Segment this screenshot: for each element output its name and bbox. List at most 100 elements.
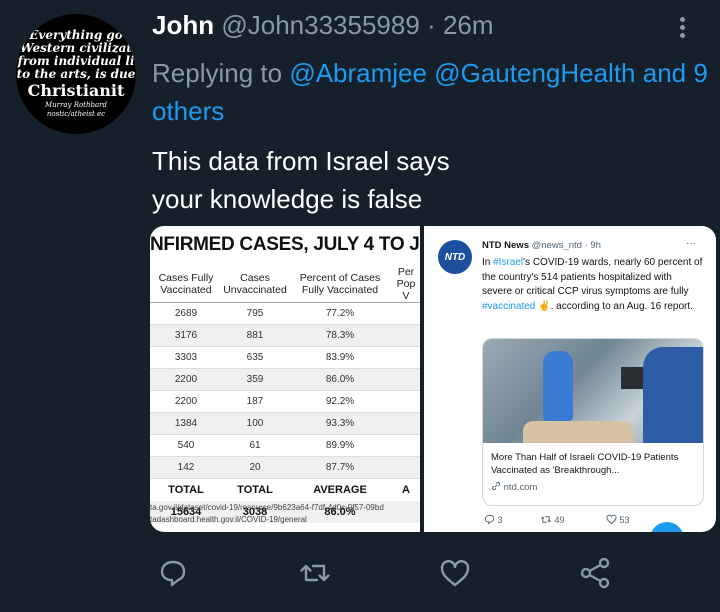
table-cell <box>392 346 420 369</box>
share-button[interactable] <box>578 556 612 590</box>
table-cell: 635 <box>222 346 288 369</box>
more-icon[interactable] <box>672 14 692 44</box>
timestamp[interactable]: 26m <box>443 10 494 40</box>
more-icon: ··· <box>686 238 696 249</box>
heart-icon <box>606 514 617 525</box>
table-row: 142 20 87.7% <box>150 456 420 479</box>
table-cell: A <box>402 483 410 496</box>
table-cell: 881 <box>222 324 288 347</box>
table-title: NFIRMED CASES, JULY 4 TO JULY 31 <box>150 234 420 255</box>
reply-count: 3 <box>497 515 503 525</box>
table-cell: 86.0% <box>288 368 392 391</box>
reply-icon <box>160 560 186 587</box>
author-handle[interactable]: @John33355989 <box>221 10 419 40</box>
table-cell: 100 <box>222 412 288 435</box>
table-cell <box>392 390 420 413</box>
share-icon <box>580 557 610 589</box>
column-header: Cases Unvaccinated <box>222 266 288 303</box>
source-line: tadashboard.health.gov.il/COVID-19/gener… <box>150 515 307 524</box>
card-title: More Than Half of Israeli COVID-19 Patie… <box>491 452 679 476</box>
retweet-icon <box>300 564 330 582</box>
compose-button <box>650 522 684 532</box>
table-cell: 93.3% <box>288 412 392 435</box>
mention-link[interactable]: @GautengHealth <box>434 58 635 88</box>
tweet-text: This data from Israel says your knowledg… <box>152 146 450 214</box>
avatar-text: to the arts, is due <box>16 67 136 81</box>
table-cell <box>392 412 420 435</box>
table-cell: 2200 <box>150 390 222 413</box>
table-cell: 83.9% <box>288 346 392 369</box>
source-line: ta.gov.il/dataset/covid-19/resource/9b62… <box>150 503 384 512</box>
table-cell: 540 <box>150 434 222 457</box>
cases-table: Cases Fully Vaccinated Cases Unvaccinate… <box>150 266 420 523</box>
table-total-label-row: TOTAL TOTAL AVERAGE A <box>150 479 420 501</box>
avatar[interactable]: Everything go Western civilizat from ind… <box>16 14 136 134</box>
table-cell: 142 <box>150 456 222 479</box>
table-cell <box>392 302 420 325</box>
table-cell: 61 <box>222 434 288 457</box>
table-cell: TOTAL <box>237 483 273 496</box>
embedded-account-name: NTD News <box>482 240 529 251</box>
author-name[interactable]: John <box>152 10 214 40</box>
card-domain-text: ntd.com <box>503 482 538 493</box>
table-cell: 78.3% <box>288 324 392 347</box>
hospital-photo <box>483 339 703 443</box>
retweet-count: 49 <box>554 515 565 525</box>
reply-icon <box>484 514 495 525</box>
table-cell <box>392 434 420 457</box>
like-button[interactable] <box>438 556 472 590</box>
separator: · <box>427 10 436 40</box>
hashtag: #vaccinated <box>482 300 536 312</box>
replying-to: Replying to @Abramjee @GautengHealth and… <box>152 54 712 130</box>
retweet-icon <box>541 516 551 523</box>
table-cell: 359 <box>222 368 288 391</box>
link-icon <box>492 482 501 491</box>
mention-link[interactable]: @Abramjee <box>289 58 427 88</box>
column-header: Percent of Cases Fully Vaccinated <box>288 266 392 303</box>
replying-prefix: Replying to <box>152 58 283 88</box>
table-row: 3303 635 83.9% <box>150 346 420 369</box>
retweet-button[interactable] <box>298 556 332 590</box>
table-cell: 187 <box>222 390 288 413</box>
link-card: More Than Half of Israeli COVID-19 Patie… <box>482 338 704 506</box>
embedded-retweet: 49 <box>540 514 565 525</box>
avatar-text: Christianit <box>27 81 125 100</box>
tweet-header: John @John33355989 · 26m <box>152 10 494 41</box>
table-cell: TOTAL <box>168 483 204 496</box>
text-fragment: In <box>482 257 494 268</box>
like-count: 53 <box>619 515 630 525</box>
text-fragment: ✌️. according to an Aug. 16 report. <box>535 300 693 312</box>
table-cell: 2689 <box>150 302 222 325</box>
table-source: ta.gov.il/dataset/covid-19/resource/9b62… <box>150 502 384 526</box>
heart-icon <box>440 560 470 587</box>
table-cell: 92.2% <box>288 390 392 413</box>
ntd-logo: NTD <box>438 240 472 274</box>
table-cell: 89.9% <box>288 434 392 457</box>
embedded-tweet-header: NTD News @news_ntd · 9h <box>482 240 601 251</box>
table-cell <box>392 500 420 523</box>
avatar-text: nostic/atheist ec <box>46 110 106 118</box>
table-row: 1384 100 93.3% <box>150 412 420 435</box>
table-row: 540 61 89.9% <box>150 434 420 457</box>
table-cell: 1384 <box>150 412 222 435</box>
embedded-like: 53 <box>606 514 630 525</box>
table-cell: 3303 <box>150 346 222 369</box>
table-row: 2200 187 92.2% <box>150 390 420 413</box>
table-row: 2200 359 86.0% <box>150 368 420 391</box>
table-cell: 87.7% <box>288 456 392 479</box>
column-header: Per Pop V <box>392 266 420 303</box>
table-cell: AVERAGE <box>313 483 367 496</box>
table-cell <box>392 324 420 347</box>
reply-button[interactable] <box>156 556 190 590</box>
table-cell: 795 <box>222 302 288 325</box>
attached-image-tweet[interactable]: NTD NTD News @news_ntd · 9h ··· In #Isra… <box>424 226 716 532</box>
attached-image-table[interactable]: NFIRMED CASES, JULY 4 TO JULY 31 Cases F… <box>150 226 420 532</box>
table-cell: 3176 <box>150 324 222 347</box>
table-cell: 77.2% <box>288 302 392 325</box>
table-cell: 20 <box>222 456 288 479</box>
table-cell <box>392 368 420 391</box>
embedded-tweet-text: In #Israel's COVID-19 wards, nearly 60 p… <box>482 256 704 314</box>
table-cell: 2200 <box>150 368 222 391</box>
embedded-reply: 3 <box>484 514 503 525</box>
table-cell <box>392 456 420 479</box>
